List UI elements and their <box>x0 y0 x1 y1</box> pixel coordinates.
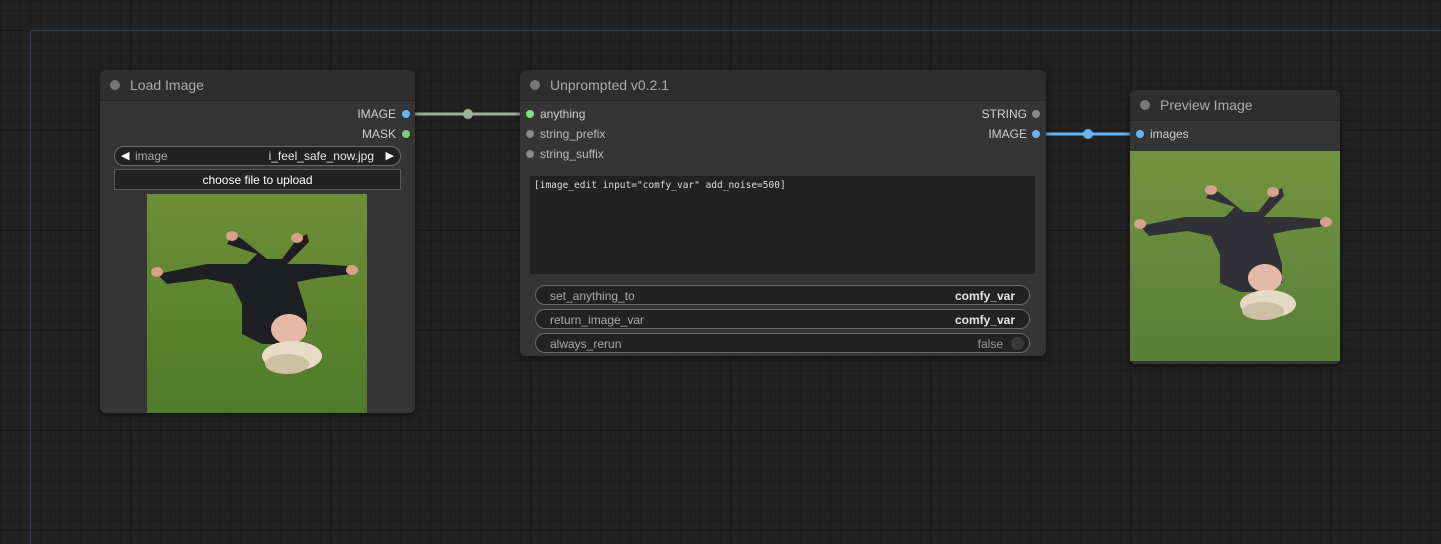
input-images-label: images <box>1150 127 1189 141</box>
input-images-slot[interactable] <box>1136 130 1144 138</box>
output-image-label: IMAGE <box>357 107 396 121</box>
output-image-label: IMAGE <box>988 127 1027 141</box>
output-image-preview <box>1130 151 1340 361</box>
combo-label: image <box>135 149 168 163</box>
collapse-dot-icon[interactable] <box>1140 100 1150 110</box>
unprompted-title-bar[interactable]: Unprompted v0.2.1 <box>520 70 1046 101</box>
input-string-suffix-slot[interactable] <box>526 150 534 158</box>
input-string-prefix-label: string_prefix <box>540 127 606 141</box>
collapse-dot-icon[interactable] <box>530 80 540 90</box>
output-image-slot[interactable] <box>1032 130 1040 138</box>
prompt-textarea[interactable]: [image_edit input="comfy_var" add_noise=… <box>530 176 1035 274</box>
combo-left-arrow-icon[interactable]: ◀ <box>121 147 129 166</box>
load-image-title-bar[interactable]: Load Image <box>100 70 415 101</box>
return-image-var-widget[interactable]: return_image_var comfy_var <box>535 309 1030 329</box>
input-anything-label: anything <box>540 107 586 121</box>
output-mask-label: MASK <box>361 127 396 141</box>
output-string-label: STRING <box>981 107 1027 121</box>
group-border-top <box>30 30 1441 31</box>
link-midpoint-images[interactable] <box>1083 129 1093 139</box>
load-image-node[interactable]: Load Image IMAGE MASK ◀ image i_feel_saf… <box>100 70 415 413</box>
set-anything-to-widget[interactable]: set_anything_to comfy_var <box>535 285 1030 305</box>
toggle-value: false <box>977 337 1003 351</box>
link-midpoint-anything[interactable] <box>463 109 473 119</box>
combo-right-arrow-icon[interactable]: ▶ <box>386 147 394 166</box>
node-title: Preview Image <box>1160 97 1253 113</box>
group-border-left <box>30 30 31 544</box>
input-string-suffix-label: string_suffix <box>540 147 604 161</box>
preview-image-node[interactable]: Preview Image images <box>1130 90 1340 364</box>
collapse-dot-icon[interactable] <box>110 80 120 90</box>
widget-label: return_image_var <box>550 313 645 327</box>
node-title: Unprompted v0.2.1 <box>550 77 670 93</box>
output-mask-slot[interactable] <box>402 130 410 138</box>
image-combo-widget[interactable]: ◀ image i_feel_safe_now.jpg ▶ <box>114 146 401 166</box>
preview-image-title-bar[interactable]: Preview Image <box>1130 90 1340 121</box>
unprompted-node[interactable]: Unprompted v0.2.1 anything string_prefix… <box>520 70 1046 356</box>
always-rerun-toggle[interactable]: always_rerun false <box>535 333 1030 353</box>
widget-value: comfy_var <box>954 289 1015 303</box>
input-image-preview <box>147 194 367 413</box>
toggle-knob-icon[interactable] <box>1011 337 1024 350</box>
node-title: Load Image <box>130 77 204 93</box>
upload-button[interactable]: choose file to upload <box>114 169 401 190</box>
output-image-slot[interactable] <box>402 110 410 118</box>
output-string-slot[interactable] <box>1032 110 1040 118</box>
toggle-label: always_rerun <box>550 337 622 351</box>
input-anything-slot[interactable] <box>526 110 534 118</box>
widget-value: comfy_var <box>954 313 1015 327</box>
combo-value: i_feel_safe_now.jpg <box>268 149 374 163</box>
input-string-prefix-slot[interactable] <box>526 130 534 138</box>
widget-label: set_anything_to <box>550 289 635 303</box>
